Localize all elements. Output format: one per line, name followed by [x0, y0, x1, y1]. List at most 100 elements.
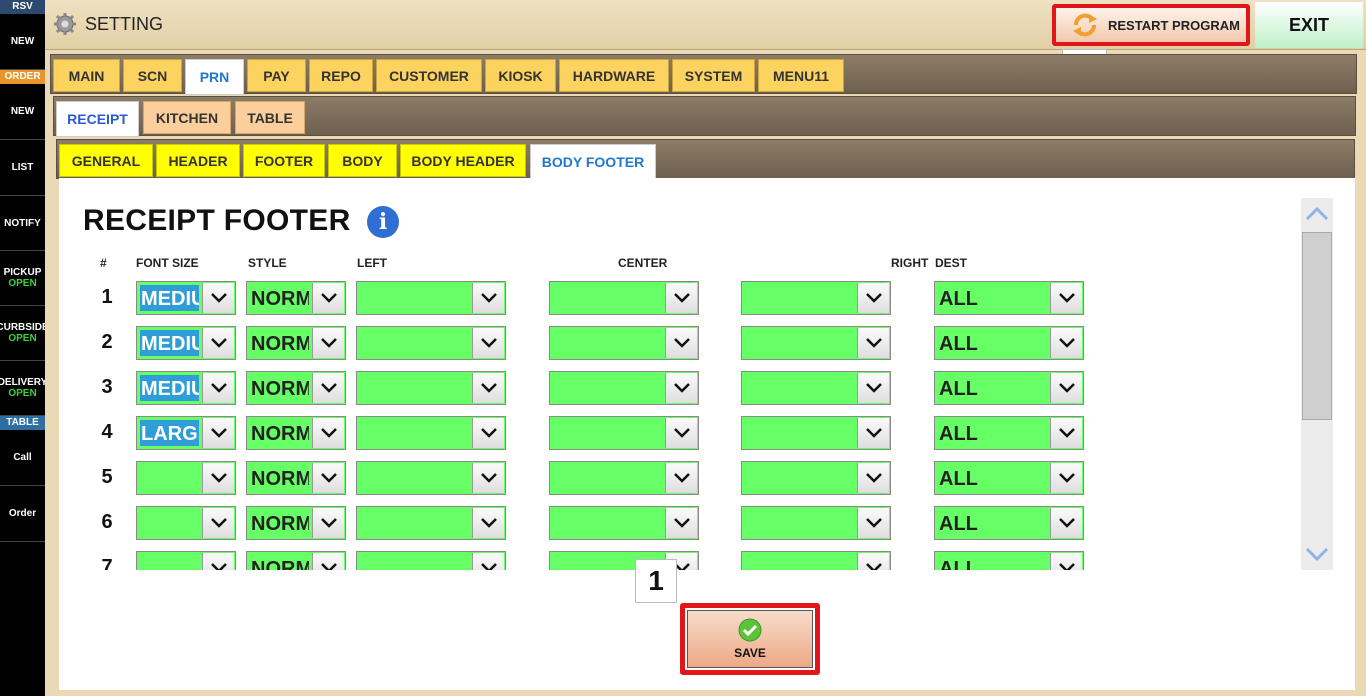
right-text-dropdown[interactable]	[741, 326, 891, 360]
right-text-dropdown[interactable]	[741, 506, 891, 540]
vertical-scrollbar[interactable]	[1301, 198, 1333, 570]
chevron-down-icon[interactable]	[857, 328, 889, 358]
right-text-dropdown[interactable]	[741, 416, 891, 450]
chevron-down-icon[interactable]	[312, 553, 344, 570]
right-text-dropdown[interactable]	[741, 461, 891, 495]
dest-dropdown[interactable]: ALL	[934, 506, 1084, 540]
chevron-down-icon[interactable]	[857, 373, 889, 403]
info-icon[interactable]: i	[367, 206, 399, 238]
chevron-down-icon[interactable]	[472, 418, 504, 448]
chevron-down-icon[interactable]	[312, 373, 344, 403]
chevron-down-icon[interactable]	[665, 463, 697, 493]
chevron-down-icon[interactable]	[202, 283, 234, 313]
tab-hardware[interactable]: HARDWARE	[559, 59, 669, 92]
left-text-dropdown[interactable]	[356, 506, 506, 540]
dest-dropdown[interactable]: ALL	[934, 371, 1084, 405]
exit-button[interactable]: EXIT	[1255, 2, 1363, 48]
style-dropdown[interactable]: NORMAL	[246, 281, 346, 315]
dest-dropdown[interactable]: ALL	[934, 326, 1084, 360]
chevron-down-icon[interactable]	[202, 418, 234, 448]
sidebar-pickup-button[interactable]: PICKUP OPEN	[0, 251, 45, 306]
sidebar-curbside-button[interactable]: CURBSIDE OPEN	[0, 306, 45, 361]
tab-table[interactable]: TABLE	[235, 101, 305, 134]
tab-pay[interactable]: PAY	[247, 59, 306, 92]
chevron-down-icon[interactable]	[202, 328, 234, 358]
left-text-dropdown[interactable]	[356, 281, 506, 315]
tab-kiosk[interactable]: KIOSK	[485, 59, 556, 92]
chevron-down-icon[interactable]	[857, 553, 889, 570]
center-text-dropdown[interactable]	[549, 416, 699, 450]
font-size-dropdown[interactable]	[136, 461, 236, 495]
tab-system[interactable]: SYSTEM	[672, 59, 755, 92]
chevron-down-icon[interactable]	[1050, 373, 1082, 403]
style-dropdown[interactable]: NORMAL	[246, 371, 346, 405]
tab-receipt[interactable]: RECEIPT	[56, 101, 139, 137]
chevron-down-icon[interactable]	[202, 463, 234, 493]
chevron-down-icon[interactable]	[1050, 418, 1082, 448]
chevron-down-icon[interactable]	[202, 553, 234, 570]
style-dropdown[interactable]: NORMAL	[246, 551, 346, 570]
tab-general[interactable]: GENERAL	[59, 144, 153, 177]
style-dropdown[interactable]: NORMAL	[246, 461, 346, 495]
restart-program-button[interactable]: RESTART PROGRAM	[1052, 4, 1250, 46]
tab-header[interactable]: HEADER	[156, 144, 240, 177]
sidebar-order-new-button[interactable]: NEW	[0, 84, 45, 140]
chevron-down-icon[interactable]	[202, 373, 234, 403]
center-text-dropdown[interactable]	[549, 371, 699, 405]
style-dropdown[interactable]: NORMAL	[246, 506, 346, 540]
tab-main[interactable]: MAIN	[53, 59, 120, 92]
font-size-dropdown[interactable]: MEDIUM	[136, 281, 236, 315]
sidebar-delivery-button[interactable]: DELIVERY OPEN	[0, 361, 45, 416]
chevron-down-icon[interactable]	[857, 418, 889, 448]
chevron-down-icon[interactable]	[665, 508, 697, 538]
font-size-dropdown[interactable]: LARGE	[136, 416, 236, 450]
chevron-down-icon[interactable]	[857, 283, 889, 313]
font-size-dropdown[interactable]	[136, 551, 236, 570]
tab-menu11[interactable]: MENU11	[758, 59, 844, 92]
tab-kitchen[interactable]: KITCHEN	[143, 101, 231, 134]
center-text-dropdown[interactable]	[549, 326, 699, 360]
chevron-down-icon[interactable]	[472, 328, 504, 358]
chevron-down-icon[interactable]	[665, 418, 697, 448]
scroll-down-icon[interactable]	[1301, 540, 1333, 570]
chevron-down-icon[interactable]	[202, 508, 234, 538]
chevron-down-icon[interactable]	[312, 508, 344, 538]
sidebar-list-button[interactable]: LIST	[0, 140, 45, 196]
scroll-up-icon[interactable]	[1301, 198, 1333, 228]
chevron-down-icon[interactable]	[472, 508, 504, 538]
scroll-thumb[interactable]	[1302, 232, 1332, 420]
tab-body[interactable]: BODY	[328, 144, 397, 177]
sidebar-call-button[interactable]: Call	[0, 430, 45, 486]
dest-dropdown[interactable]: ALL	[934, 281, 1084, 315]
chevron-down-icon[interactable]	[857, 463, 889, 493]
tab-customer[interactable]: CUSTOMER	[376, 59, 482, 92]
chevron-down-icon[interactable]	[1050, 463, 1082, 493]
chevron-down-icon[interactable]	[1050, 283, 1082, 313]
chevron-down-icon[interactable]	[312, 283, 344, 313]
chevron-down-icon[interactable]	[857, 508, 889, 538]
font-size-dropdown[interactable]: MEDIUM	[136, 326, 236, 360]
sidebar-order-button[interactable]: Order	[0, 486, 45, 542]
tab-prn[interactable]: PRN	[185, 59, 244, 95]
chevron-down-icon[interactable]	[665, 328, 697, 358]
left-text-dropdown[interactable]	[356, 371, 506, 405]
font-size-dropdown[interactable]: MEDIUM	[136, 371, 236, 405]
chevron-down-icon[interactable]	[472, 463, 504, 493]
save-button[interactable]: SAVE	[680, 603, 820, 675]
left-text-dropdown[interactable]	[356, 551, 506, 570]
dest-dropdown[interactable]: ALL	[934, 416, 1084, 450]
tab-body-header[interactable]: BODY HEADER	[400, 144, 526, 177]
chevron-down-icon[interactable]	[472, 283, 504, 313]
chevron-down-icon[interactable]	[665, 283, 697, 313]
chevron-down-icon[interactable]	[665, 373, 697, 403]
left-text-dropdown[interactable]	[356, 461, 506, 495]
center-text-dropdown[interactable]	[549, 281, 699, 315]
center-text-dropdown[interactable]	[549, 506, 699, 540]
chevron-down-icon[interactable]	[312, 328, 344, 358]
left-text-dropdown[interactable]	[356, 326, 506, 360]
tab-body-footer[interactable]: BODY FOOTER	[530, 144, 656, 180]
dest-dropdown[interactable]: ALL	[934, 461, 1084, 495]
style-dropdown[interactable]: NORMAL	[246, 416, 346, 450]
font-size-dropdown[interactable]	[136, 506, 236, 540]
sidebar-rsv-new-button[interactable]: NEW	[0, 14, 45, 70]
